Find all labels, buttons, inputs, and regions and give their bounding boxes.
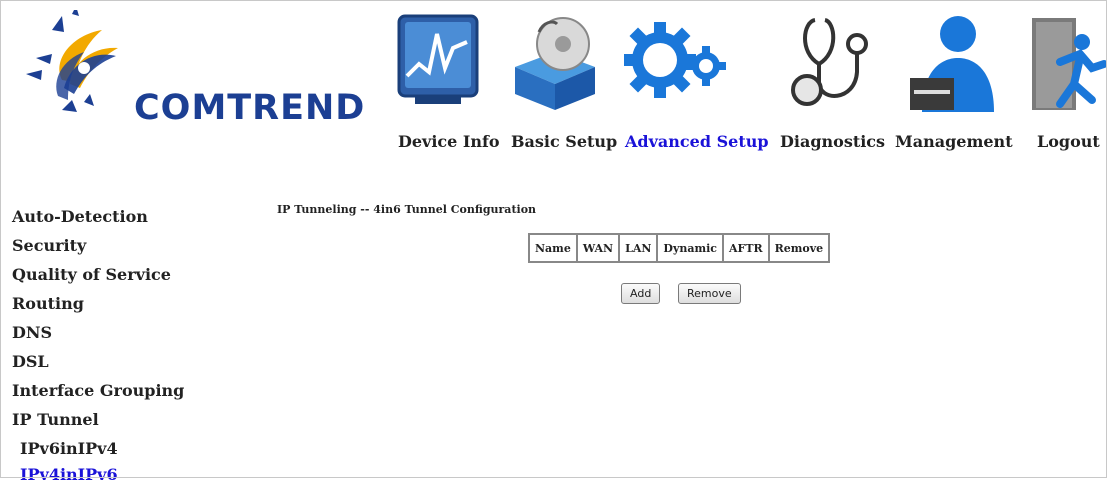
column-header-lan: LAN (619, 234, 658, 262)
cd-box-icon[interactable] (505, 12, 605, 112)
header: COMTREND Device Info Basic Setup Advance… (0, 0, 1107, 185)
sidebar-item-dsl[interactable]: DSL (12, 352, 49, 371)
sidebar-item-security[interactable]: Security (12, 236, 86, 255)
column-header-wan: WAN (576, 234, 620, 262)
column-header-aftr: AFTR (722, 234, 769, 262)
sunburst-logo-icon (26, 10, 118, 112)
main-content: IP Tunneling -- 4in6 Tunnel Configuratio… (215, 185, 1107, 478)
page-title: IP Tunneling -- 4in6 Tunnel Configuratio… (277, 203, 537, 216)
table-header-row: Name WAN LAN Dynamic AFTR Remove (529, 234, 830, 262)
brand-name: COMTREND (134, 88, 366, 128)
column-header-name: Name (529, 234, 577, 262)
sidebar-item-quality-of-service[interactable]: Quality of Service (12, 265, 171, 284)
nav-basic-setup[interactable]: Basic Setup (511, 132, 617, 151)
exit-door-icon[interactable] (1030, 12, 1107, 112)
column-header-dynamic: Dynamic (657, 234, 723, 262)
sidebar-item-ipv4inipv6[interactable]: IPv4inIPv6 (20, 465, 118, 484)
nav-diagnostics[interactable]: Diagnostics (780, 132, 885, 151)
tunnel-table: Name WAN LAN Dynamic AFTR Remove (528, 233, 831, 263)
nav-advanced-setup[interactable]: Advanced Setup (625, 132, 769, 151)
sidebar-item-interface-grouping[interactable]: Interface Grouping (12, 381, 184, 400)
chart-monitor-icon[interactable] (395, 12, 495, 112)
sidebar-item-routing[interactable]: Routing (12, 294, 84, 313)
sidebar-item-dns[interactable]: DNS (12, 323, 52, 342)
nav-device-info[interactable]: Device Info (398, 132, 500, 151)
sidebar: Auto-Detection Security Quality of Servi… (0, 185, 215, 484)
nav-logout[interactable]: Logout (1037, 132, 1100, 151)
user-admin-icon[interactable] (900, 12, 1000, 112)
sidebar-item-ip-tunnel[interactable]: IP Tunnel (12, 410, 99, 429)
nav-management[interactable]: Management (895, 132, 1013, 151)
gears-icon[interactable] (620, 12, 730, 112)
column-header-remove: Remove (768, 234, 830, 262)
comtrend-logo: COMTREND (22, 10, 366, 130)
sidebar-item-ipv6inipv4[interactable]: IPv6inIPv4 (20, 439, 118, 458)
add-button[interactable]: Add (621, 283, 661, 304)
sidebar-item-auto-detection[interactable]: Auto-Detection (12, 207, 148, 226)
remove-button[interactable]: Remove (678, 283, 741, 304)
stethoscope-icon[interactable] (785, 12, 885, 112)
